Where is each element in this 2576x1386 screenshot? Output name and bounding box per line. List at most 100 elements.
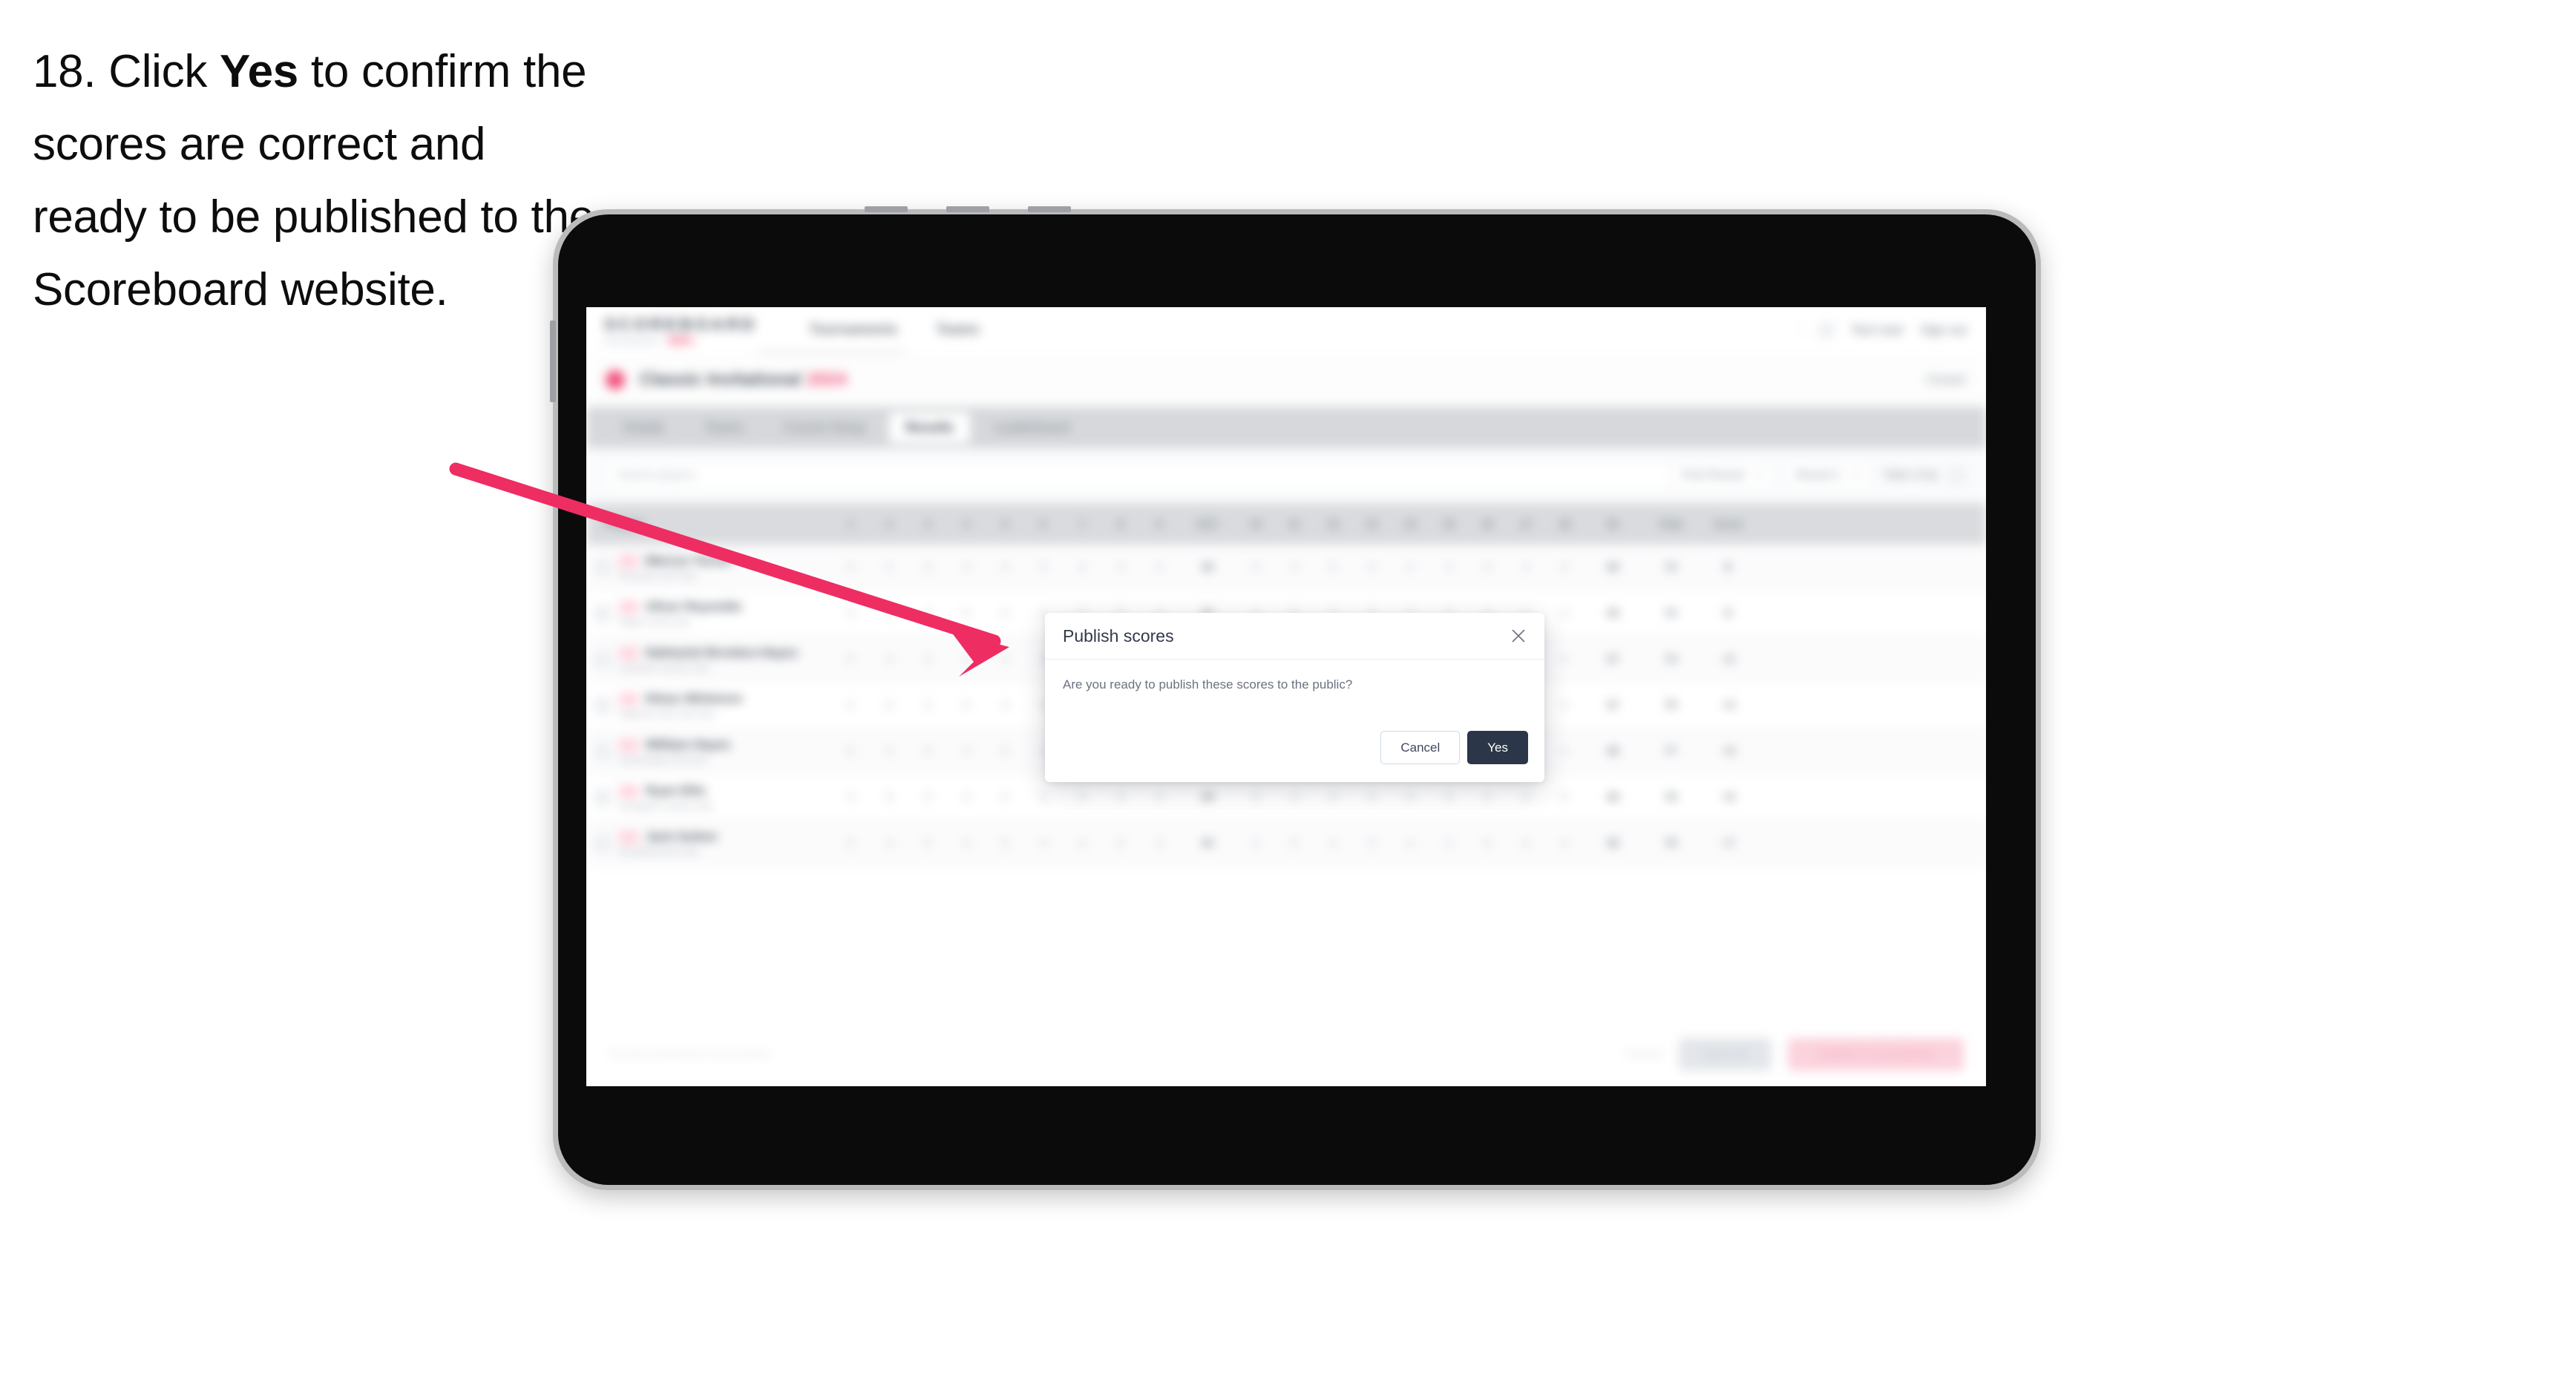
hole-score-14[interactable]: 5 <box>1391 791 1429 804</box>
round-score[interactable]: +7 <box>1700 837 1757 850</box>
hole-score-3[interactable]: 3 <box>908 561 947 574</box>
hole-score-7[interactable]: 5 <box>1063 791 1101 804</box>
hole-score-17[interactable]: 4 <box>1507 791 1545 804</box>
table-row[interactable]: Marcus Turner Riverside Golf Club 4 5 3 4 4 5 3 4… <box>586 545 1986 591</box>
hole-score-5[interactable]: 4 <box>986 699 1024 712</box>
hole-score-4[interactable]: 5 <box>947 607 986 620</box>
hole-score-9[interactable]: 4 <box>1140 561 1179 574</box>
brand-logo[interactable]: SCOREBOARD Tournaments BETA <box>604 315 757 346</box>
hole-score-15[interactable]: 4 <box>1429 561 1468 574</box>
hole-score-7[interactable]: 4 <box>1063 837 1101 850</box>
hole-score-1[interactable]: 5 <box>831 745 870 758</box>
hole-score-16[interactable]: 4 <box>1468 791 1507 804</box>
hole-score-6[interactable]: 4 <box>1024 791 1063 804</box>
hole-score-2[interactable]: 4 <box>870 653 908 666</box>
hole-score-16[interactable]: 5 <box>1468 837 1507 850</box>
search-input[interactable]: Search players <box>606 461 1671 490</box>
footer-save-button[interactable]: Save all <box>1678 1038 1772 1071</box>
hole-score-17[interactable]: 3 <box>1507 561 1545 574</box>
round-score[interactable]: +6 <box>1700 791 1757 804</box>
gear-icon[interactable] <box>1818 322 1835 338</box>
round-total[interactable]: 72 <box>1642 607 1700 620</box>
nav-item-teams[interactable]: Teams <box>936 322 980 338</box>
nav-item-tournaments[interactable]: Tournaments <box>809 322 897 338</box>
hole-score-11[interactable]: 4 <box>1275 561 1314 574</box>
hole-score-2[interactable]: 5 <box>870 699 908 712</box>
hole-score-1[interactable]: 5 <box>831 837 870 850</box>
hole-score-5[interactable]: 5 <box>986 837 1024 850</box>
hole-score-2[interactable]: 4 <box>870 837 908 850</box>
close-icon[interactable] <box>1507 625 1530 647</box>
hole-score-5[interactable]: 4 <box>986 791 1024 804</box>
row-checkbox[interactable] <box>586 789 619 806</box>
hole-score-18[interactable]: 3 <box>1545 607 1584 620</box>
row-checkbox[interactable] <box>586 835 619 852</box>
hole-score-14[interactable]: 4 <box>1391 837 1429 850</box>
hole-score-10[interactable]: 5 <box>1236 791 1275 804</box>
hole-score-2[interactable]: 5 <box>870 791 908 804</box>
hole-score-3[interactable]: 5 <box>908 791 947 804</box>
hole-score-2[interactable]: 5 <box>870 561 908 574</box>
hole-score-18[interactable]: 5 <box>1545 791 1584 804</box>
hole-score-18[interactable]: 4 <box>1545 745 1584 758</box>
hole-score-4[interactable]: 4 <box>947 745 986 758</box>
hole-score-11[interactable]: 5 <box>1275 837 1314 850</box>
hole-score-4[interactable]: 4 <box>947 699 986 712</box>
hole-score-3[interactable]: 4 <box>908 745 947 758</box>
hole-score-8[interactable]: 4 <box>1101 791 1140 804</box>
hole-score-15[interactable]: 4 <box>1429 837 1468 850</box>
hole-score-2[interactable]: 4 <box>870 607 908 620</box>
hole-score-5[interactable]: 4 <box>986 653 1024 666</box>
row-checkbox[interactable] <box>586 743 619 760</box>
in-total[interactable]: 37 <box>1584 699 1642 712</box>
hole-score-10[interactable]: 4 <box>1236 837 1275 850</box>
hole-score-1[interactable]: 4 <box>831 561 870 574</box>
signout-link[interactable]: Sign out <box>1921 323 1967 338</box>
yes-button[interactable]: Yes <box>1467 731 1528 764</box>
hole-score-5[interactable]: 5 <box>986 745 1024 758</box>
hole-score-4[interactable]: 4 <box>947 837 986 850</box>
round-total[interactable]: 77 <box>1642 745 1700 758</box>
round-score[interactable]: +2 <box>1700 653 1757 666</box>
tab-details[interactable]: Details <box>607 413 681 443</box>
round-total[interactable]: 74 <box>1642 653 1700 666</box>
view-toggle[interactable]: Table Only <box>1882 466 1967 485</box>
hole-score-4[interactable]: 4 <box>947 653 986 666</box>
hole-score-15[interactable]: 4 <box>1429 791 1468 804</box>
out-total[interactable]: 36 <box>1179 561 1236 574</box>
hole-score-12[interactable]: 5 <box>1314 561 1352 574</box>
hole-score-13[interactable]: 3 <box>1352 561 1391 574</box>
hole-score-1[interactable]: 4 <box>831 607 870 620</box>
round-score[interactable]: +5 <box>1700 745 1757 758</box>
hole-score-18[interactable]: 4 <box>1545 699 1584 712</box>
hole-score-8[interactable]: 4 <box>1101 561 1140 574</box>
hole-score-14[interactable]: 4 <box>1391 561 1429 574</box>
hole-score-9[interactable]: 4 <box>1140 837 1179 850</box>
hole-score-12[interactable]: 4 <box>1314 791 1352 804</box>
hole-score-1[interactable]: 4 <box>831 791 870 804</box>
row-checkbox[interactable] <box>586 697 619 714</box>
round-score[interactable]: E <box>1700 607 1757 620</box>
hole-score-3[interactable]: 4 <box>908 653 947 666</box>
out-total[interactable]: 40 <box>1179 837 1236 850</box>
tab-results[interactable]: Results <box>889 412 971 443</box>
round-total[interactable]: 75 <box>1642 699 1700 712</box>
in-total[interactable]: 39 <box>1584 791 1642 804</box>
round-total[interactable]: 72 <box>1642 561 1700 574</box>
footer-publish-button[interactable]: Publish to Scoreboard <box>1787 1038 1964 1071</box>
in-total[interactable]: 39 <box>1584 837 1642 850</box>
tab-teams[interactable]: Teams <box>688 413 760 443</box>
hole-score-4[interactable]: 4 <box>947 561 986 574</box>
in-total[interactable]: 37 <box>1584 653 1642 666</box>
hole-score-7[interactable]: 3 <box>1063 561 1101 574</box>
row-checkbox[interactable] <box>586 651 619 668</box>
hole-score-5[interactable]: 3 <box>986 607 1024 620</box>
hole-score-18[interactable]: 4 <box>1545 561 1584 574</box>
hole-score-17[interactable]: 4 <box>1507 837 1545 850</box>
hole-score-4[interactable]: 4 <box>947 791 986 804</box>
hole-score-1[interactable]: 5 <box>831 653 870 666</box>
tab-leaderboard[interactable]: Leaderboard <box>977 413 1086 443</box>
hole-score-18[interactable]: 4 <box>1545 837 1584 850</box>
out-total[interactable]: 39 <box>1179 791 1236 804</box>
round-score[interactable]: E <box>1700 561 1757 574</box>
